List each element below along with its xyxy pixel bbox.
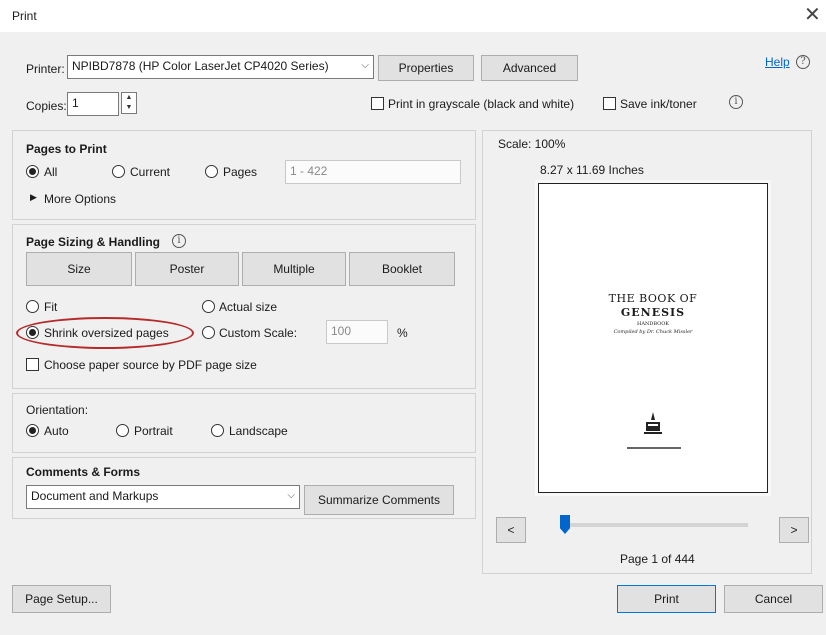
spin-down-icon[interactable]: ▼ — [122, 103, 136, 113]
radio-custom-scale-label: Custom Scale: — [219, 326, 298, 340]
copies-input[interactable]: 1 — [67, 92, 119, 116]
chevron-down-icon: ⌵ — [287, 490, 295, 501]
advanced-button[interactable]: Advanced — [481, 55, 578, 81]
properties-button[interactable]: Properties — [378, 55, 474, 81]
page-slider-track[interactable] — [560, 523, 748, 527]
page-indicator: Page 1 of 444 — [620, 552, 695, 566]
book-title-line2: GENESIS — [620, 306, 686, 319]
prev-page-button[interactable]: < — [496, 517, 526, 543]
radio-landscape[interactable] — [211, 424, 224, 437]
custom-scale-input[interactable]: 100 — [326, 320, 388, 344]
orientation-panel — [12, 393, 476, 453]
tab-poster[interactable]: Poster — [135, 252, 239, 286]
paper-source-label: Choose paper source by PDF page size — [44, 358, 257, 372]
copies-label: Copies: — [26, 99, 67, 113]
radio-pages-label: Pages — [223, 165, 258, 179]
radio-all[interactable] — [26, 165, 39, 178]
chevron-down-icon: ⌵ — [361, 60, 369, 71]
percent-label: % — [397, 326, 408, 340]
orientation-title: Orientation: — [26, 403, 89, 417]
book-author: Compiled by Dr. Chuck Missler — [613, 329, 693, 335]
radio-auto[interactable] — [26, 424, 39, 437]
pages-range-input[interactable]: 1 - 422 — [285, 160, 461, 184]
radio-landscape-label: Landscape — [229, 424, 288, 438]
radio-pages[interactable] — [205, 165, 218, 178]
info-icon[interactable]: i — [729, 95, 743, 109]
cancel-button[interactable]: Cancel — [724, 585, 823, 613]
pages-to-print-title: Pages to Print — [26, 142, 107, 156]
paper-source-checkbox[interactable] — [26, 358, 39, 371]
close-icon[interactable]: ✕ — [804, 3, 821, 27]
sizing-info-icon[interactable]: i — [172, 234, 186, 248]
spin-up-icon[interactable]: ▲ — [122, 93, 136, 103]
save-ink-checkbox[interactable] — [603, 97, 616, 110]
tab-multiple[interactable]: Multiple — [242, 252, 346, 286]
page-dimensions: 8.27 x 11.69 Inches — [540, 163, 644, 177]
radio-shrink-label: Shrink oversized pages — [44, 326, 169, 340]
comments-select[interactable]: Document and Markups ⌵ — [26, 485, 300, 509]
radio-fit[interactable] — [26, 300, 39, 313]
tab-booklet[interactable]: Booklet — [349, 252, 455, 286]
printer-label: Printer: — [26, 62, 65, 76]
publisher-logo-icon — [644, 412, 662, 434]
grayscale-label: Print in grayscale (black and white) — [388, 97, 575, 111]
scale-label: Scale: 100% — [498, 137, 566, 151]
tab-size[interactable]: Size — [26, 252, 132, 286]
page-preview: THE BOOK OF GENESIS HANDBOOK Compiled by… — [538, 183, 768, 493]
radio-fit-label: Fit — [44, 300, 58, 314]
radio-portrait-label: Portrait — [134, 424, 173, 438]
radio-all-label: All — [44, 165, 58, 179]
radio-portrait[interactable] — [116, 424, 129, 437]
help-icon[interactable]: ? — [796, 55, 810, 69]
radio-current-label: Current — [130, 165, 171, 179]
radio-custom-scale[interactable] — [202, 326, 215, 339]
comments-title: Comments & Forms — [26, 465, 141, 479]
radio-actual-size-label: Actual size — [219, 300, 278, 314]
comments-select-value: Document and Markups — [31, 489, 159, 503]
more-options-link[interactable]: More Options — [44, 192, 116, 206]
grayscale-checkbox[interactable] — [371, 97, 384, 110]
radio-actual-size[interactable] — [202, 300, 215, 313]
radio-auto-label: Auto — [44, 424, 69, 438]
footer-line — [627, 447, 681, 449]
printer-select[interactable]: NPIBD7878 (HP Color LaserJet CP4020 Seri… — [67, 55, 374, 79]
save-ink-label: Save ink/toner — [620, 97, 697, 111]
book-subtitle: HANDBOOK — [636, 321, 670, 327]
page-setup-button[interactable]: Page Setup... — [12, 585, 111, 613]
help-link[interactable]: Help — [765, 55, 790, 69]
next-page-button[interactable]: > — [779, 517, 809, 543]
title-bar — [0, 0, 826, 32]
window-title: Print — [12, 9, 37, 23]
triangle-right-icon[interactable]: ▶ — [30, 192, 37, 203]
summarize-comments-button[interactable]: Summarize Comments — [304, 485, 454, 515]
copies-spinner[interactable]: ▲ ▼ — [121, 92, 137, 114]
printer-select-value: NPIBD7878 (HP Color LaserJet CP4020 Seri… — [72, 59, 329, 73]
book-title-line1: THE BOOK OF — [608, 292, 698, 305]
radio-shrink[interactable] — [26, 326, 39, 339]
print-button[interactable]: Print — [617, 585, 716, 613]
radio-current[interactable] — [112, 165, 125, 178]
page-sizing-title: Page Sizing & Handling — [26, 235, 161, 249]
